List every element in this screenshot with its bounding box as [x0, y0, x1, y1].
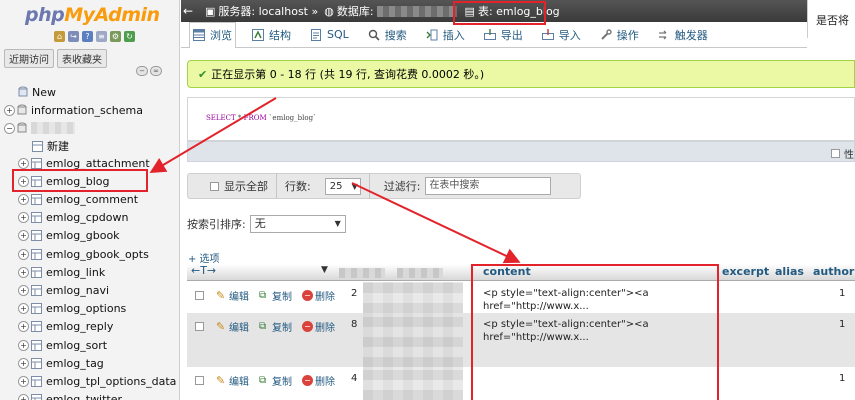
arrow-to-emlog-blog	[149, 97, 277, 174]
arrow-to-content-column	[351, 182, 521, 264]
annotation-arrows	[149, 97, 521, 264]
